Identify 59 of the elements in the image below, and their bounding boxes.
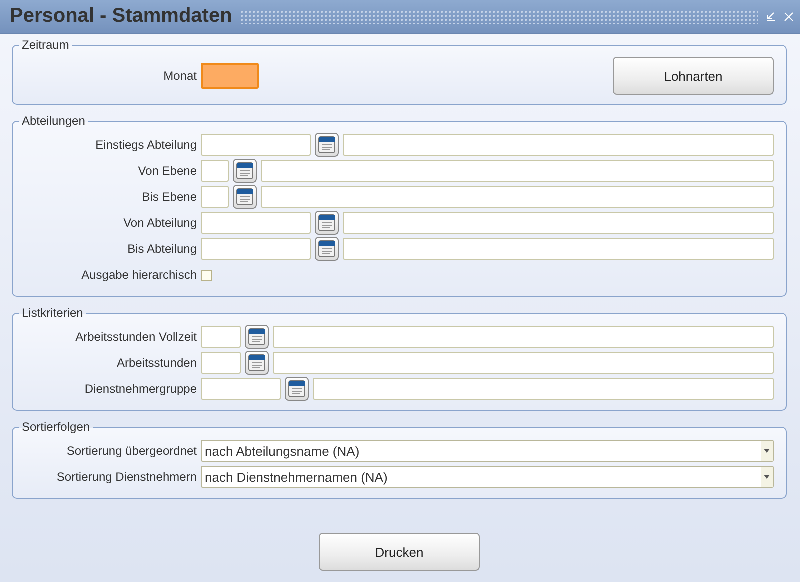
print-button[interactable]: Drucken <box>319 533 480 571</box>
list-book-icon <box>236 188 254 206</box>
lookup-button[interactable] <box>315 237 339 261</box>
code-field[interactable] <box>201 352 241 374</box>
lookup-button[interactable] <box>233 159 257 183</box>
code-field[interactable] <box>201 212 311 234</box>
lookup-button[interactable] <box>315 211 339 235</box>
code-field[interactable] <box>201 326 241 348</box>
field-label: Bis Ebene <box>141 190 197 204</box>
list-book-icon <box>318 214 336 232</box>
list-book-icon <box>248 328 266 346</box>
window-title: Personal - Stammdaten <box>10 5 232 28</box>
list-book-icon <box>248 354 266 372</box>
lookup-button[interactable] <box>315 133 339 157</box>
description-field[interactable] <box>273 326 774 348</box>
field-label: Von Ebene <box>137 164 197 178</box>
code-field[interactable] <box>201 378 281 400</box>
field-label: Arbeitsstunden <box>116 356 197 370</box>
group-title: Zeitraum <box>21 38 70 52</box>
field-label: Dienstnehmergruppe <box>84 382 197 396</box>
code-field[interactable] <box>201 134 311 156</box>
code-field[interactable] <box>201 160 229 182</box>
description-field[interactable] <box>313 378 774 400</box>
field-label: Monat <box>162 69 197 83</box>
code-field[interactable] <box>201 238 311 260</box>
sort-dropdown[interactable]: nach Dienstnehmernamen (NA) <box>201 466 774 488</box>
field-label: Arbeitsstunden Vollzeit <box>74 330 197 344</box>
field-label: Einstiegs Abteilung <box>94 138 197 152</box>
checkbox[interactable] <box>201 270 212 280</box>
group-title: Listkriterien <box>21 306 84 320</box>
lookup-button[interactable] <box>245 351 269 375</box>
group-title: Sortierfolgen <box>21 420 92 434</box>
list-book-icon <box>236 162 254 180</box>
sort-dropdown[interactable]: nach Abteilungsname (NA) <box>201 440 774 462</box>
description-field[interactable] <box>261 186 774 208</box>
code-field[interactable] <box>201 186 229 208</box>
field-label: Ausgabe hierarchisch <box>80 268 197 282</box>
minimize-icon[interactable] <box>766 12 776 22</box>
group-title: Abteilungen <box>21 114 86 128</box>
description-field[interactable] <box>343 212 774 234</box>
lookup-button[interactable] <box>245 325 269 349</box>
description-field[interactable] <box>343 238 774 260</box>
lookup-button[interactable] <box>285 377 309 401</box>
description-field[interactable] <box>261 160 774 182</box>
list-book-icon <box>318 240 336 258</box>
description-field[interactable] <box>273 352 774 374</box>
field-label: Bis Abteilung <box>126 242 197 256</box>
month-field[interactable] <box>201 63 259 89</box>
field-label: Sortierung Dienstnehmern <box>56 470 197 484</box>
field-label: Sortierung übergeordnet <box>66 444 197 458</box>
description-field[interactable] <box>343 134 774 156</box>
lookup-button[interactable] <box>233 185 257 209</box>
field-label: Von Abteilung <box>122 216 197 230</box>
caret-icon <box>764 475 770 479</box>
wage-types-button[interactable]: Lohnarten <box>613 57 774 95</box>
caret-icon <box>764 449 770 453</box>
close-icon[interactable] <box>784 12 794 22</box>
list-book-icon <box>318 136 336 154</box>
list-book-icon <box>288 380 306 398</box>
